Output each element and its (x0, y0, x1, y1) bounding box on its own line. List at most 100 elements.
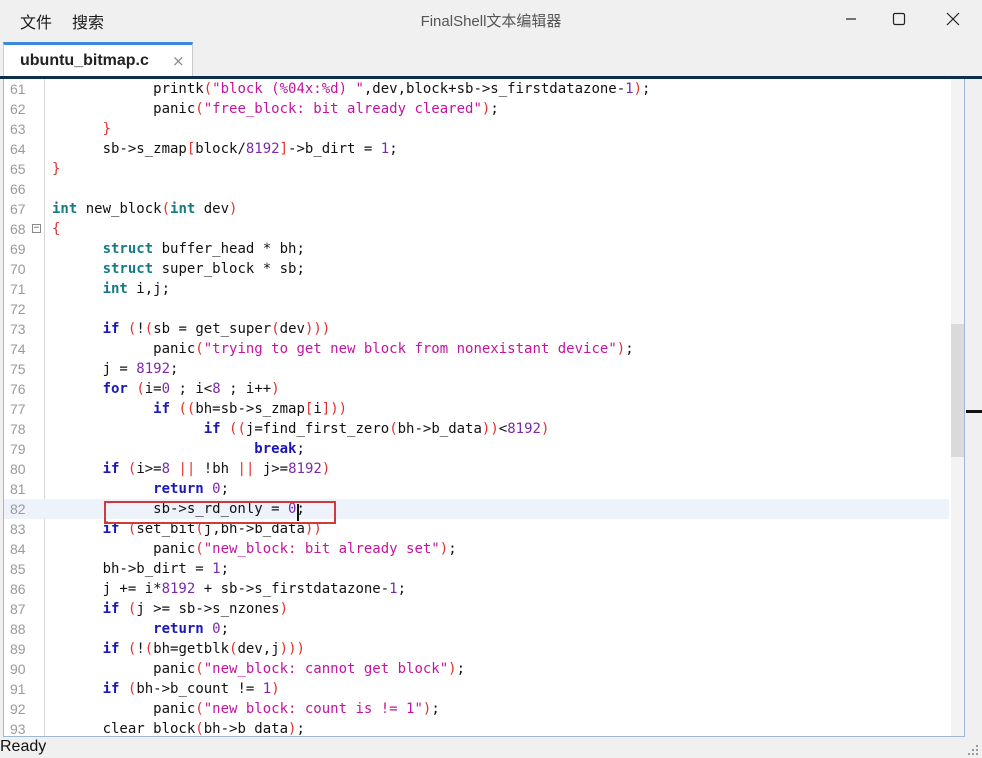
status-text: Ready (0, 738, 47, 755)
code-text: clear_block(bh->b_data); (52, 721, 305, 737)
fold-toggle-icon[interactable]: − (32, 224, 41, 233)
line-number: 92 (10, 701, 26, 717)
line-number: 66 (10, 181, 26, 197)
status-bar: Ready (0, 738, 982, 758)
line-number: 93 (10, 721, 26, 737)
code-line[interactable]: 76 for (i=0 ; i<8 ; i++) (4, 379, 949, 399)
code-text: int new_block(int dev) (52, 201, 238, 217)
code-text: j = 8192; (52, 361, 179, 377)
code-line[interactable]: 89 if (!(bh=getblk(dev,j))) (4, 639, 949, 659)
code-line[interactable]: 68−{ (4, 219, 949, 239)
code-line[interactable]: 93 clear_block(bh->b_data); (4, 719, 949, 737)
text-caret (297, 504, 299, 521)
code-text: break; (254, 441, 305, 457)
code-line[interactable]: 74 panic("trying to get new block from n… (4, 339, 949, 359)
code-line[interactable]: 65} (4, 159, 949, 179)
code-line[interactable]: 77 if ((bh=sb->s_zmap[i])) (4, 399, 949, 419)
code-line[interactable]: 81 return 0; (4, 479, 949, 499)
code-text: panic("new_block: bit already set"); (52, 541, 457, 557)
line-number: 64 (10, 141, 26, 157)
side-marker (966, 410, 982, 413)
maximize-icon (892, 12, 906, 26)
line-number: 63 (10, 121, 26, 137)
code-line[interactable]: 63 } (4, 119, 949, 139)
code-line[interactable]: 69 struct buffer_head * bh; (4, 239, 949, 259)
code-line[interactable]: 72 (4, 299, 949, 319)
code-text: if ((bh=sb->s_zmap[i])) (153, 401, 348, 417)
line-number: 88 (10, 621, 26, 637)
code-text: if (set_bit(j,bh->b_data)) (102, 521, 322, 537)
code-line[interactable]: 61 printk("block (%04x:%d) ",dev,block+s… (4, 79, 949, 99)
menu-file[interactable]: 文件 (20, 9, 52, 33)
close-window-button[interactable] (930, 4, 976, 34)
code-text: panic("free_block: bit already cleared")… (52, 101, 499, 117)
line-number: 69 (10, 241, 26, 257)
minimize-button[interactable] (828, 4, 874, 34)
code-text: if (bh->b_count != 1) (102, 681, 280, 697)
line-number: 65 (10, 161, 26, 177)
line-number: 62 (10, 101, 26, 117)
code-line[interactable]: 73 if (!(sb = get_super(dev))) (4, 319, 949, 339)
code-line[interactable]: 67 int new_block(int dev) (4, 199, 949, 219)
code-line[interactable]: 87 if (j >= sb->s_nzones) (4, 599, 949, 619)
code-text: if (i>=8 || !bh || j>=8192) (102, 461, 331, 477)
code-text: bh->b_dirt = 1; (52, 561, 230, 577)
tab-label: ubuntu_bitmap.c (20, 52, 149, 69)
line-number: 73 (10, 321, 26, 337)
line-number: 84 (10, 541, 26, 557)
tab-close-icon[interactable]: × (172, 52, 185, 70)
title-bar: 文件 搜索 FinalShell文本编辑器 (0, 0, 982, 40)
resize-grip-icon[interactable] (967, 744, 979, 756)
line-number: 87 (10, 601, 26, 617)
code-line[interactable]: 71 int i,j; (4, 279, 949, 299)
code-line[interactable]: 62 panic("free_block: bit already cleare… (4, 99, 949, 119)
code-line[interactable]: 90 panic("new_block: cannot get block"); (4, 659, 949, 679)
code-text: if (!(sb = get_super(dev))) (102, 321, 331, 337)
line-number: 77 (10, 401, 26, 417)
code-line[interactable]: 79 break; (4, 439, 949, 459)
code-text: return 0; (153, 621, 230, 637)
line-number: 85 (10, 561, 26, 577)
line-number: 80 (10, 461, 26, 477)
code-text: printk("block (%04x:%d) ",dev,block+sb->… (52, 81, 651, 97)
line-number: 71 (10, 281, 26, 297)
line-number: 81 (10, 481, 26, 497)
code-text: panic("new block: count is != 1"); (52, 701, 440, 717)
vertical-scrollbar[interactable] (951, 79, 964, 736)
menu-search[interactable]: 搜索 (72, 9, 104, 33)
line-number: 83 (10, 521, 26, 537)
line-number: 70 (10, 261, 26, 277)
code-text: panic("new_block: cannot get block"); (52, 661, 466, 677)
code-line[interactable]: 91 if (bh->b_count != 1) (4, 679, 949, 699)
maximize-button[interactable] (876, 4, 922, 34)
code-line[interactable]: 88 return 0; (4, 619, 949, 639)
tab-ubuntu-bitmap[interactable]: ubuntu_bitmap.c × (3, 42, 193, 77)
code-text: if ((j=find_first_zero(bh->b_data))<8192… (203, 421, 550, 437)
scrollbar-thumb[interactable] (951, 324, 964, 457)
tab-bar: ubuntu_bitmap.c × (0, 40, 982, 77)
code-line[interactable]: 92 panic("new block: count is != 1"); (4, 699, 949, 719)
code-text: sb->s_rd_only = 0; (52, 501, 305, 517)
code-text: int i,j; (102, 281, 171, 297)
code-line[interactable]: 78 if ((j=find_first_zero(bh->b_data))<8… (4, 419, 949, 439)
code-text: panic("trying to get new block from none… (52, 341, 634, 357)
line-number: 74 (10, 341, 26, 357)
code-line[interactable]: 75 j = 8192; (4, 359, 949, 379)
code-line[interactable]: 66 (4, 179, 949, 199)
code-line[interactable]: 84 panic("new_block: bit already set"); (4, 539, 949, 559)
code-line[interactable]: 83 if (set_bit(j,bh->b_data)) (4, 519, 949, 539)
code-line[interactable]: 80 if (i>=8 || !bh || j>=8192) (4, 459, 949, 479)
code-line[interactable]: 70 struct super_block * sb; (4, 259, 949, 279)
line-number: 79 (10, 441, 26, 457)
line-number: 89 (10, 641, 26, 657)
code-line[interactable]: 82 sb->s_rd_only = 0; (4, 499, 949, 519)
code-line[interactable]: 86 j += i*8192 + sb->s_firstdatazone-1; (4, 579, 949, 599)
line-number: 75 (10, 361, 26, 377)
code-text: for (i=0 ; i<8 ; i++) (102, 381, 280, 397)
code-line[interactable]: 85 bh->b_dirt = 1; (4, 559, 949, 579)
code-text: struct super_block * sb; (102, 261, 305, 277)
code-line[interactable]: 64 sb->s_zmap[block/8192]->b_dirt = 1; (4, 139, 949, 159)
line-number: 78 (10, 421, 26, 437)
code-editor[interactable]: 61 printk("block (%04x:%d) ",dev,block+s… (3, 79, 965, 737)
line-number: 61 (10, 81, 26, 97)
